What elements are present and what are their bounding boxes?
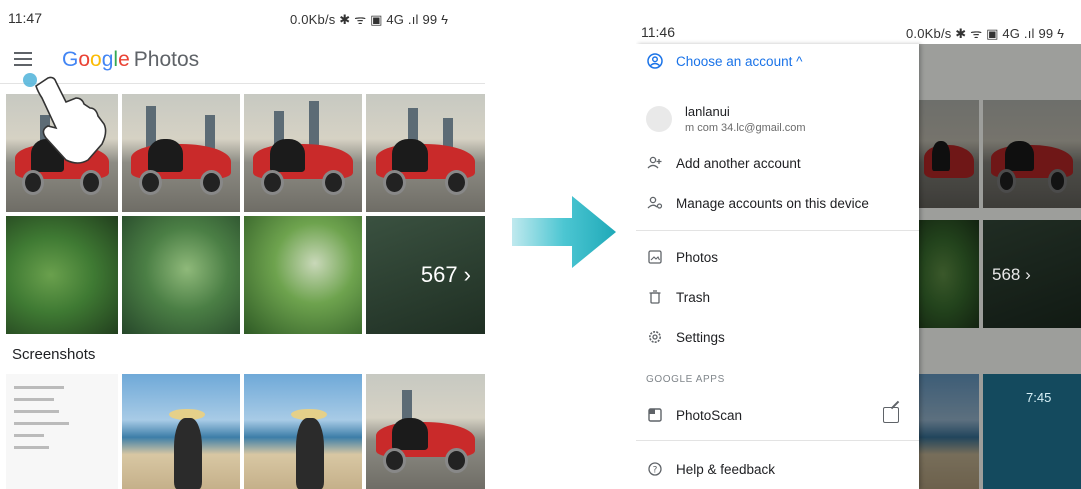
person-add-icon (646, 154, 664, 172)
screenshot-thumbnail[interactable] (244, 374, 362, 489)
nav-label-help: Help & feedback (676, 461, 776, 477)
account-circle-icon (646, 52, 664, 70)
photo-thumbnail[interactable] (122, 94, 240, 212)
manage-accounts-label: Manage accounts on this device (676, 195, 869, 211)
nav-item-photos[interactable]: Photos (646, 248, 718, 266)
lockscreen-time: 7:45 (1026, 390, 1052, 405)
add-account-item[interactable]: Add another account (646, 154, 801, 172)
account-entry[interactable]: lanlanui m com 34.lc@gmail.com (646, 104, 806, 134)
nav-item-trash[interactable]: Trash (646, 288, 710, 306)
screenshot-thumbnail[interactable] (366, 374, 485, 489)
account-email: m com 34.lc@gmail.com (685, 122, 806, 134)
avatar (646, 106, 672, 132)
choose-account-toggle[interactable]: Choose an account ^ (646, 52, 802, 70)
screenshot-thumbnail[interactable] (6, 374, 118, 489)
more-photos-tile[interactable]: 567 › (366, 216, 485, 334)
nav-label-photoscan: PhotoScan (676, 407, 743, 423)
photo-thumbnail[interactable] (244, 216, 362, 334)
status-indicators: 0.0Kb/s ✱ ᯤ ▣ 4G .ıl 99 ϟ (906, 26, 1065, 41)
nav-item-help[interactable]: ? Help & feedback (646, 460, 775, 478)
help-icon: ? (646, 460, 664, 478)
account-name: lanlanui (685, 104, 730, 119)
manage-accounts-icon (646, 194, 664, 212)
more-count: 568 › (992, 265, 1031, 284)
photoscan-icon (646, 406, 664, 424)
section-title: Screenshots (12, 346, 96, 363)
photo-icon (646, 248, 664, 266)
navigation-drawer: Choose an account ^ lanlanui m com 34.lc… (636, 44, 919, 489)
more-count: 567 › (420, 262, 471, 287)
choose-account-label: Choose an account ^ (676, 53, 803, 69)
status-time: 11:46 (641, 24, 675, 40)
tap-hand-icon (23, 73, 107, 164)
nav-label-photos: Photos (676, 249, 719, 265)
nav-label-trash: Trash (676, 289, 711, 305)
nav-label-settings: Settings (676, 329, 725, 345)
open-external-icon[interactable] (883, 407, 899, 423)
photo-thumbnail[interactable] (122, 216, 240, 334)
nav-item-photoscan[interactable]: PhotoScan (646, 406, 742, 424)
photos-screen-before: 11:47 0.0Kb/s ✱ ᯤ ▣ 4G .ıl 99 ϟ Google Ph… (0, 0, 485, 489)
status-indicators: 0.0Kb/s ✱ ᯤ ▣ 4G .ıl 99 ϟ (290, 12, 449, 27)
photo-thumbnail[interactable] (6, 216, 118, 334)
status-time: 11:47 (8, 10, 42, 26)
arrow-right-icon (512, 196, 616, 268)
svg-text:?: ? (653, 466, 658, 476)
photos-screen-drawer-open: 11:46 0.0Kb/s ✱ ᯤ ▣ 4G .ıl 99 ϟ 568 › 7:… (636, 0, 1081, 489)
screenshot-thumbnail[interactable] (122, 374, 240, 489)
nav-item-settings[interactable]: Settings (646, 328, 725, 346)
gear-icon (646, 328, 664, 346)
divider (636, 230, 919, 231)
divider (636, 440, 919, 441)
photo-thumbnail[interactable] (366, 94, 485, 212)
manage-accounts-item[interactable]: Manage accounts on this device (646, 194, 869, 212)
photo-thumbnail[interactable] (244, 94, 362, 212)
trash-icon (646, 288, 664, 306)
google-apps-header: GOOGLE APPS (646, 374, 725, 385)
menu-icon[interactable] (14, 52, 32, 66)
add-account-label: Add another account (676, 155, 801, 171)
